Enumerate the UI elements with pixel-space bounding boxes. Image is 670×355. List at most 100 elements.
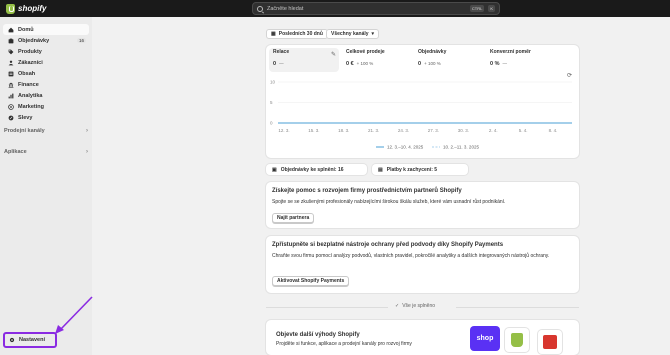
x-tick-label: 8. 4.: [549, 128, 558, 133]
nav-item-discounts[interactable]: Slevy: [3, 112, 89, 123]
metric-change: + 100 %: [356, 61, 374, 66]
settings-nav-item[interactable]: Nastavení: [3, 332, 57, 348]
channel-filter-label: Všechny kanály: [331, 31, 369, 37]
shop-app-logo: shop: [470, 326, 500, 351]
tag-icon: [8, 49, 14, 55]
nav-label: Produkty: [18, 48, 42, 55]
x-tick-label: 15. 3.: [308, 128, 319, 133]
nav-item-content[interactable]: Obsah: [3, 68, 89, 79]
nav-item-home[interactable]: Domů: [3, 24, 89, 35]
legend-label: 10. 2.–11. 3. 2025: [443, 145, 479, 150]
shopify-bag-icon: [511, 333, 523, 347]
content-icon: [8, 71, 14, 77]
search-icon: [257, 5, 263, 12]
metric-sessions[interactable]: Relace 0—: [273, 49, 289, 67]
orders-count-badge: 16: [76, 38, 86, 43]
metric-value: 0: [273, 61, 277, 67]
channel-filter[interactable]: Všechny kanály ▾: [326, 29, 380, 39]
orders-to-fulfill-chip[interactable]: ▣ Objednávky ke splnění: 16: [266, 164, 367, 175]
x-tick-label: 27. 3.: [428, 128, 439, 133]
metric-label: Relace: [273, 49, 290, 55]
nav-label: Zákazníci: [18, 59, 43, 66]
y-tick-label: 0: [270, 121, 273, 126]
nav-item-products[interactable]: Produkty: [3, 46, 89, 57]
x-tick-label: 5. 4.: [519, 128, 528, 133]
x-tick-label: 2. 4.: [489, 128, 498, 133]
activate-payments-button[interactable]: Aktivovat Shopify Payments: [272, 276, 350, 286]
card-title: Získejte pomoc s rozvojem firmy prostřed…: [272, 188, 462, 194]
sidebar: Domů Objednávky 16 Produkty Zákazníci Ob…: [0, 17, 92, 355]
metric-change: —: [502, 61, 507, 66]
app-logo-red: [538, 330, 562, 354]
card-text: Projděte si funkce, aplikace a prodejní …: [276, 341, 412, 347]
red-app-icon: [543, 335, 557, 349]
section-label: Prodejní kanály: [4, 128, 45, 134]
chevron-right-icon: ›: [86, 149, 88, 155]
metric-label: Konverzní poměr: [490, 49, 531, 55]
edit-icon[interactable]: ✎: [331, 51, 336, 58]
section-label: Aplikace: [4, 149, 27, 155]
divider-right: [456, 307, 579, 308]
fraud-protection-card: Zpřístupněte si bezplatné nástroje ochra…: [266, 236, 579, 293]
metric-change: + 100 %: [424, 61, 441, 66]
metric-change: —: [279, 61, 284, 66]
chevron-down-icon: ▾: [371, 31, 375, 37]
nav-label: Marketing: [18, 103, 44, 110]
orders-icon: ▣: [272, 166, 277, 173]
chip-label: Platby k zachycení: 5: [386, 166, 438, 173]
sessions-chart: 10 5 0 12. 3. 15. 3. 18. 3. 21. 3. 24. 3. 27. 3.…: [270, 80, 572, 150]
x-tick-label: 21. 3.: [368, 128, 379, 133]
discount-icon: [8, 115, 14, 121]
x-tick-label: 30. 3.: [458, 128, 469, 133]
card-text: Chraňte svou firmu pomocí analýzy podvod…: [272, 253, 550, 259]
shortcut-k: K: [488, 5, 495, 12]
card-title: Objevte další výhody Shopify: [276, 332, 360, 338]
legend-label: 12. 3.–10. 4. 2025: [387, 145, 424, 150]
metric-value: 0 %: [490, 61, 500, 67]
shopify-bag-icon: [6, 3, 15, 14]
find-partner-button[interactable]: Najít partnera: [272, 213, 315, 223]
search-bar[interactable]: Začněte hledat CTRL K: [252, 2, 500, 15]
check-circle-icon: ✓: [395, 303, 400, 309]
person-icon: [8, 60, 14, 66]
card-text: Spojte se se zkušenými profesionály nabí…: [272, 199, 506, 205]
y-tick-label: 10: [270, 80, 276, 85]
section-sales-channels[interactable]: Prodejní kanály ›: [4, 128, 88, 134]
metric-label: Celkové prodeje: [346, 49, 385, 55]
all-done-label: Vše je splněno: [402, 303, 436, 309]
chart-icon: [8, 93, 14, 99]
settings-label: Nastavení: [19, 337, 45, 343]
shop-logo-text: shop: [476, 335, 494, 342]
nav-label: Obsah: [18, 70, 36, 77]
card-title: Zpřístupněte si bezplatné nástroje ochra…: [272, 242, 504, 248]
nav-item-marketing[interactable]: Marketing: [3, 101, 89, 112]
nav-item-finance[interactable]: Finance: [3, 79, 89, 90]
chip-label: Objednávky ke splnění: 16: [280, 166, 344, 173]
partner-card: Získejte pomoc s rozvojem firmy prostřed…: [266, 182, 579, 228]
shopify-logo[interactable]: shopify: [6, 3, 46, 14]
x-tick-label: 24. 3.: [398, 128, 409, 133]
nav-item-analytics[interactable]: Analytika: [3, 90, 89, 101]
nav-label: Finance: [18, 81, 39, 88]
brand-name: shopify: [18, 4, 47, 13]
date-range-label: Posledních 30 dnů: [278, 31, 323, 37]
nav-item-customers[interactable]: Zákazníci: [3, 57, 89, 68]
metric-value: 0 €: [346, 61, 354, 67]
date-range-picker[interactable]: ▦ Posledních 30 dnů: [266, 29, 328, 39]
all-done-status: ✓ Vše je splněno: [395, 303, 435, 309]
metric-conversion[interactable]: Konverzní poměr 0 % —: [490, 49, 531, 67]
nav-item-orders[interactable]: Objednávky 16: [3, 35, 89, 46]
payments-to-capture-chip[interactable]: ▤ Platby k zachycení: 5: [372, 164, 468, 175]
chevron-right-icon: ›: [86, 128, 88, 134]
metric-total-sales[interactable]: Celkové prodeje 0 € + 100 %: [346, 49, 385, 67]
payment-icon: ▤: [378, 166, 383, 173]
home-icon: [8, 27, 14, 33]
metric-orders[interactable]: Objednávky 0 + 100 %: [418, 49, 446, 67]
search-placeholder: Začněte hledat: [267, 5, 304, 12]
divider-left: [266, 307, 388, 308]
section-apps[interactable]: Aplikace ›: [4, 149, 88, 155]
calendar-icon: ▦: [271, 31, 276, 37]
nav-label: Slevy: [18, 114, 33, 121]
shortcut-ctrl: CTRL: [469, 5, 485, 12]
y-tick-label: 5: [270, 100, 273, 105]
